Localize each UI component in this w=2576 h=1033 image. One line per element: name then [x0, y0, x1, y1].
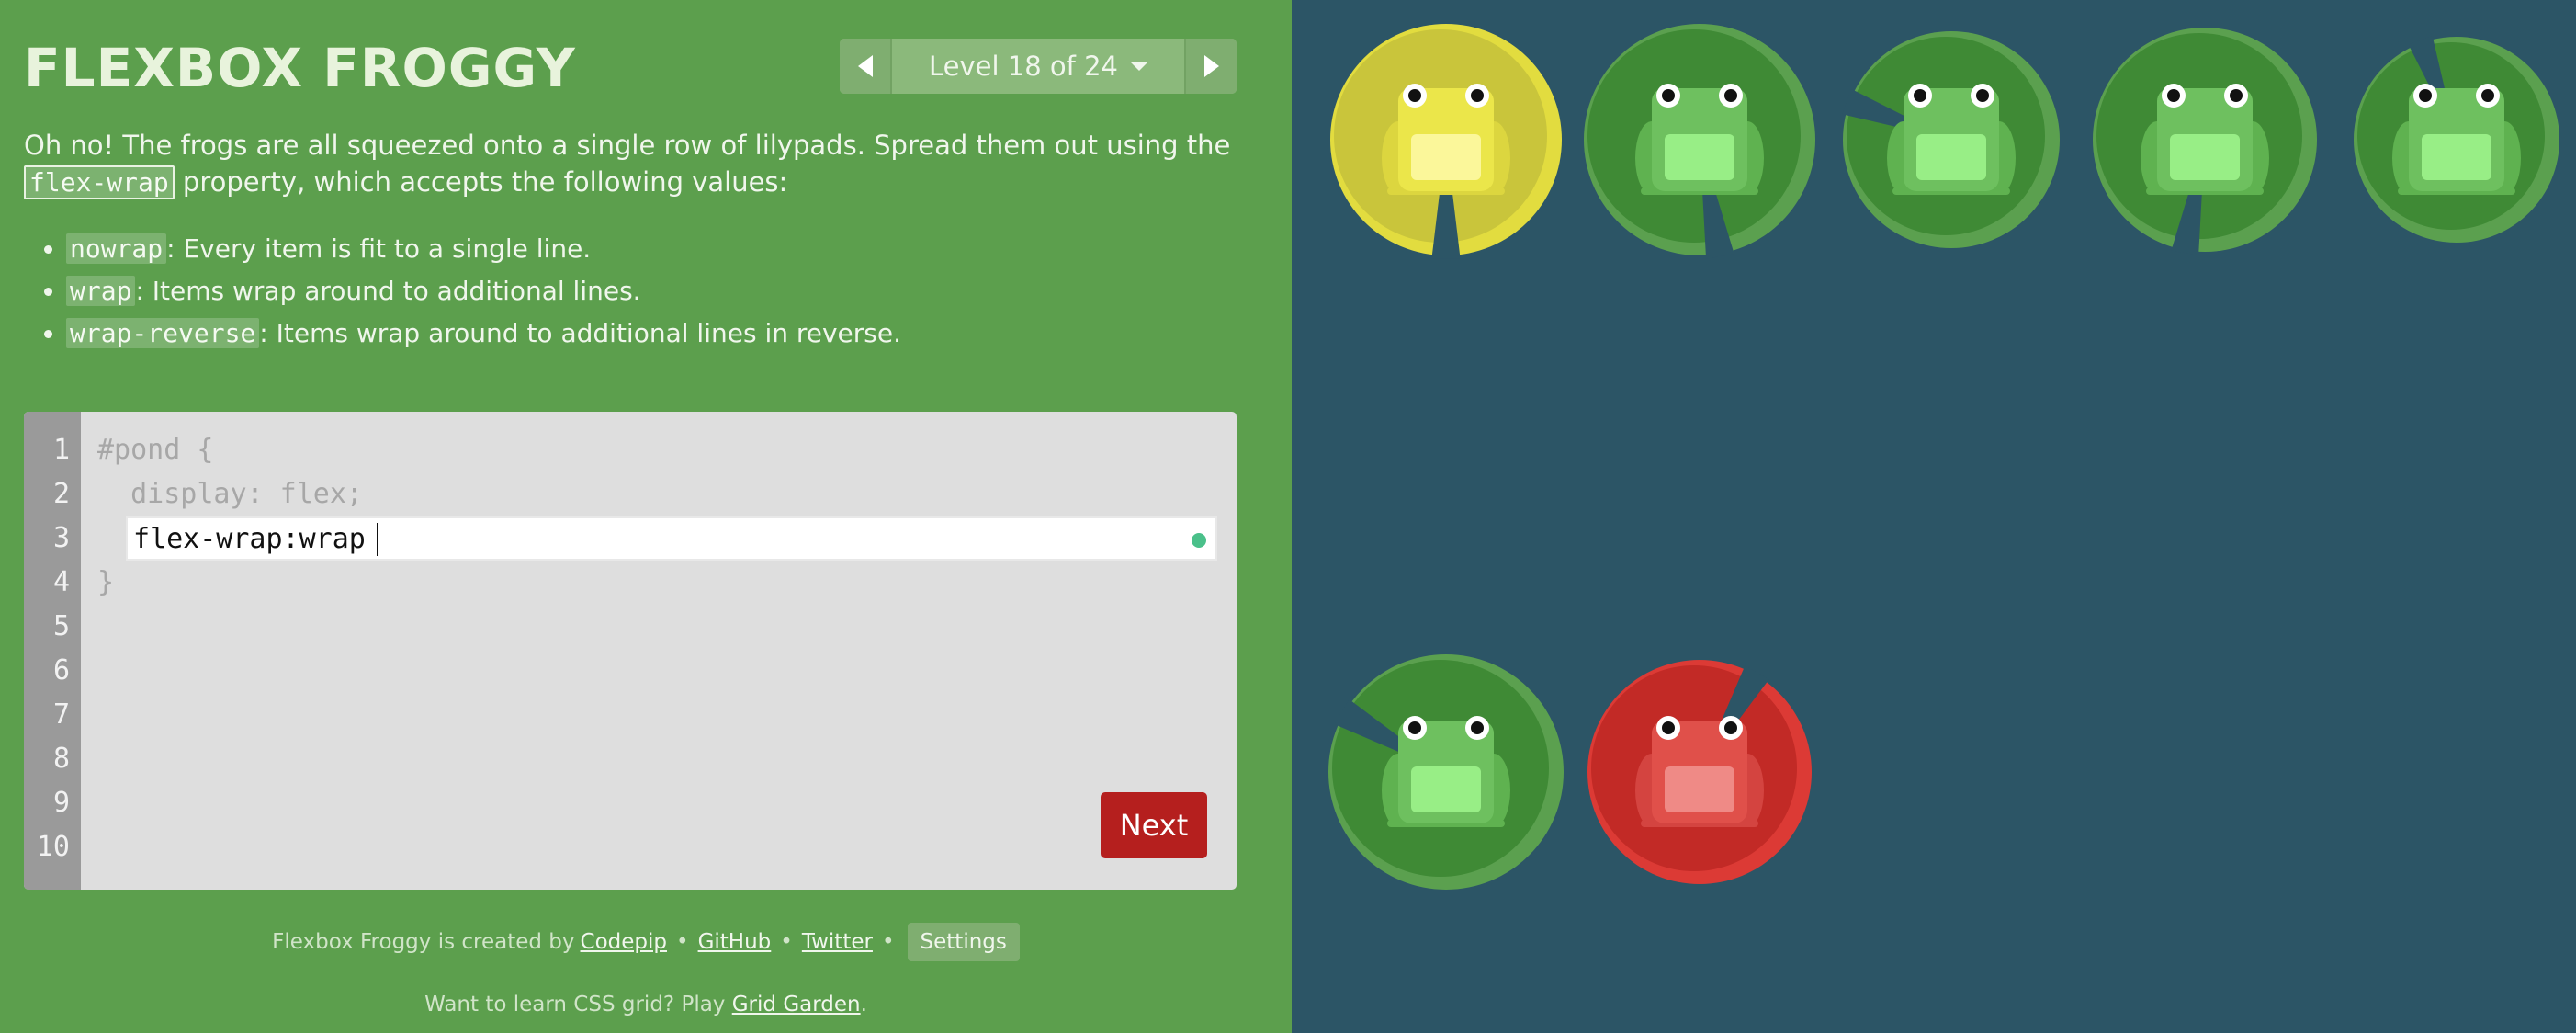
next-level-button[interactable] — [1186, 39, 1237, 94]
app-title: FLEXBOX FROGGY — [24, 37, 576, 99]
lilypad-green — [2093, 28, 2317, 255]
codepip-link[interactable]: Codepip — [581, 930, 667, 954]
separator: • — [780, 930, 793, 954]
lilypad-green — [2354, 36, 2559, 243]
twitter-link[interactable]: Twitter — [802, 930, 873, 954]
frog-pupil — [2419, 89, 2432, 102]
frog-pupil — [1662, 721, 1675, 734]
line-number: 10 — [36, 831, 70, 863]
triangle-left-icon — [857, 55, 873, 77]
frog-green — [1635, 84, 1764, 195]
css-input[interactable] — [126, 516, 1217, 561]
value-keyword: wrap-reverse — [66, 318, 260, 348]
instructions-text: Oh no! The frogs are all squeezed onto a… — [24, 127, 1246, 201]
value-keyword: nowrap — [66, 233, 167, 264]
lilypad-red — [1587, 660, 1812, 884]
instructions-intro: Oh no! The frogs are all squeezed onto a… — [24, 130, 1231, 161]
line-number: 8 — [52, 743, 70, 775]
caret-down-icon — [1130, 62, 1147, 71]
separator: • — [676, 930, 689, 954]
values-list: nowrap: Every item is fit to a single li… — [66, 230, 901, 357]
pond-canvas — [1328, 24, 2559, 890]
value-description: : Items wrap around to additional lines. — [135, 276, 641, 306]
frog-pupil — [1408, 89, 1421, 102]
frog-pupil — [2481, 89, 2494, 102]
frog-pupil — [1724, 89, 1737, 102]
github-link[interactable]: GitHub — [698, 930, 772, 954]
value-keyword: wrap — [66, 276, 136, 306]
separator: • — [881, 930, 895, 954]
settings-button[interactable]: Settings — [907, 923, 1020, 961]
frog-red — [1635, 716, 1764, 827]
code-line-selector: #pond { — [97, 434, 214, 466]
line-number: 4 — [52, 566, 70, 598]
frog-pupil — [1471, 721, 1484, 734]
level-label: Level 18 of 24 — [929, 51, 1118, 82]
grid-garden-promo: Want to learn CSS grid? Play Grid Garden… — [0, 993, 1292, 1016]
line-number-gutter: 1 2 3 4 5 6 7 8 9 10 — [24, 412, 81, 890]
level-navigation: Level 18 of 24 — [840, 39, 1237, 94]
frog-pupil — [2230, 89, 2243, 102]
code-line-display: display: flex; — [97, 478, 363, 510]
instructions-intro-end: property, which accepts the following va… — [174, 166, 788, 198]
frog-belly — [1916, 134, 1986, 180]
frog-yellow — [1382, 84, 1510, 195]
promo-text: Want to learn CSS grid? Play — [424, 993, 726, 1016]
line-number: 3 — [52, 522, 70, 554]
line-number: 9 — [52, 787, 70, 819]
frog-belly — [2422, 134, 2491, 180]
frog-green — [1382, 716, 1510, 827]
credits-footer: Flexbox Froggy is created by Codepip • G… — [0, 923, 1292, 961]
value-description: : Items wrap around to additional lines … — [259, 318, 902, 348]
list-item: nowrap: Every item is fit to a single li… — [66, 230, 901, 272]
frog-belly — [2170, 134, 2240, 180]
code-line-close-brace: } — [97, 566, 115, 598]
triangle-right-icon — [1203, 55, 1219, 77]
lilypad-green — [1842, 31, 2060, 248]
list-item: wrap: Items wrap around to additional li… — [66, 272, 901, 314]
status-indicator-icon — [1192, 533, 1206, 548]
property-keyword: flex-wrap — [24, 165, 175, 199]
frog-green — [1887, 84, 2016, 195]
value-description: : Every item is fit to a single line. — [166, 233, 592, 264]
grid-garden-link[interactable]: Grid Garden — [732, 993, 861, 1016]
list-item: wrap-reverse: Items wrap around to addit… — [66, 314, 901, 357]
line-number: 5 — [52, 610, 70, 642]
frog-belly — [1665, 766, 1734, 812]
frog-pupil — [1662, 89, 1675, 102]
text-cursor — [377, 523, 378, 556]
line-number: 2 — [52, 478, 70, 510]
line-number: 6 — [52, 654, 70, 687]
frog-green — [2392, 84, 2521, 195]
line-number: 7 — [52, 698, 70, 731]
credits-text: Flexbox Froggy is created by — [272, 930, 575, 954]
frog-pupil — [1976, 89, 1989, 102]
lilypad-green — [1584, 24, 1815, 259]
lilypad-green — [1328, 654, 1564, 890]
frog-green — [2141, 84, 2269, 195]
level-dropdown[interactable]: Level 18 of 24 — [890, 39, 1186, 94]
frog-belly — [1665, 134, 1734, 180]
frog-belly — [1411, 134, 1481, 180]
line-number: 1 — [52, 434, 70, 466]
frog-belly — [1411, 766, 1481, 812]
frog-pupil — [1408, 721, 1421, 734]
frog-pupil — [2167, 89, 2180, 102]
frog-pupil — [1914, 89, 1926, 102]
pond-board — [1292, 0, 2576, 1033]
frog-pupil — [1724, 721, 1737, 734]
code-editor: 1 2 3 4 5 6 7 8 9 10 #pond { display: fl… — [24, 412, 1237, 890]
lilypad-yellow — [1330, 24, 1562, 259]
promo-period: . — [860, 993, 867, 1016]
previous-level-button[interactable] — [840, 39, 890, 94]
frog-pupil — [1471, 89, 1484, 102]
next-button[interactable]: Next — [1101, 792, 1207, 858]
sidebar-panel: FLEXBOX FROGGY Level 18 of 24 Oh no! The… — [0, 0, 1292, 1033]
